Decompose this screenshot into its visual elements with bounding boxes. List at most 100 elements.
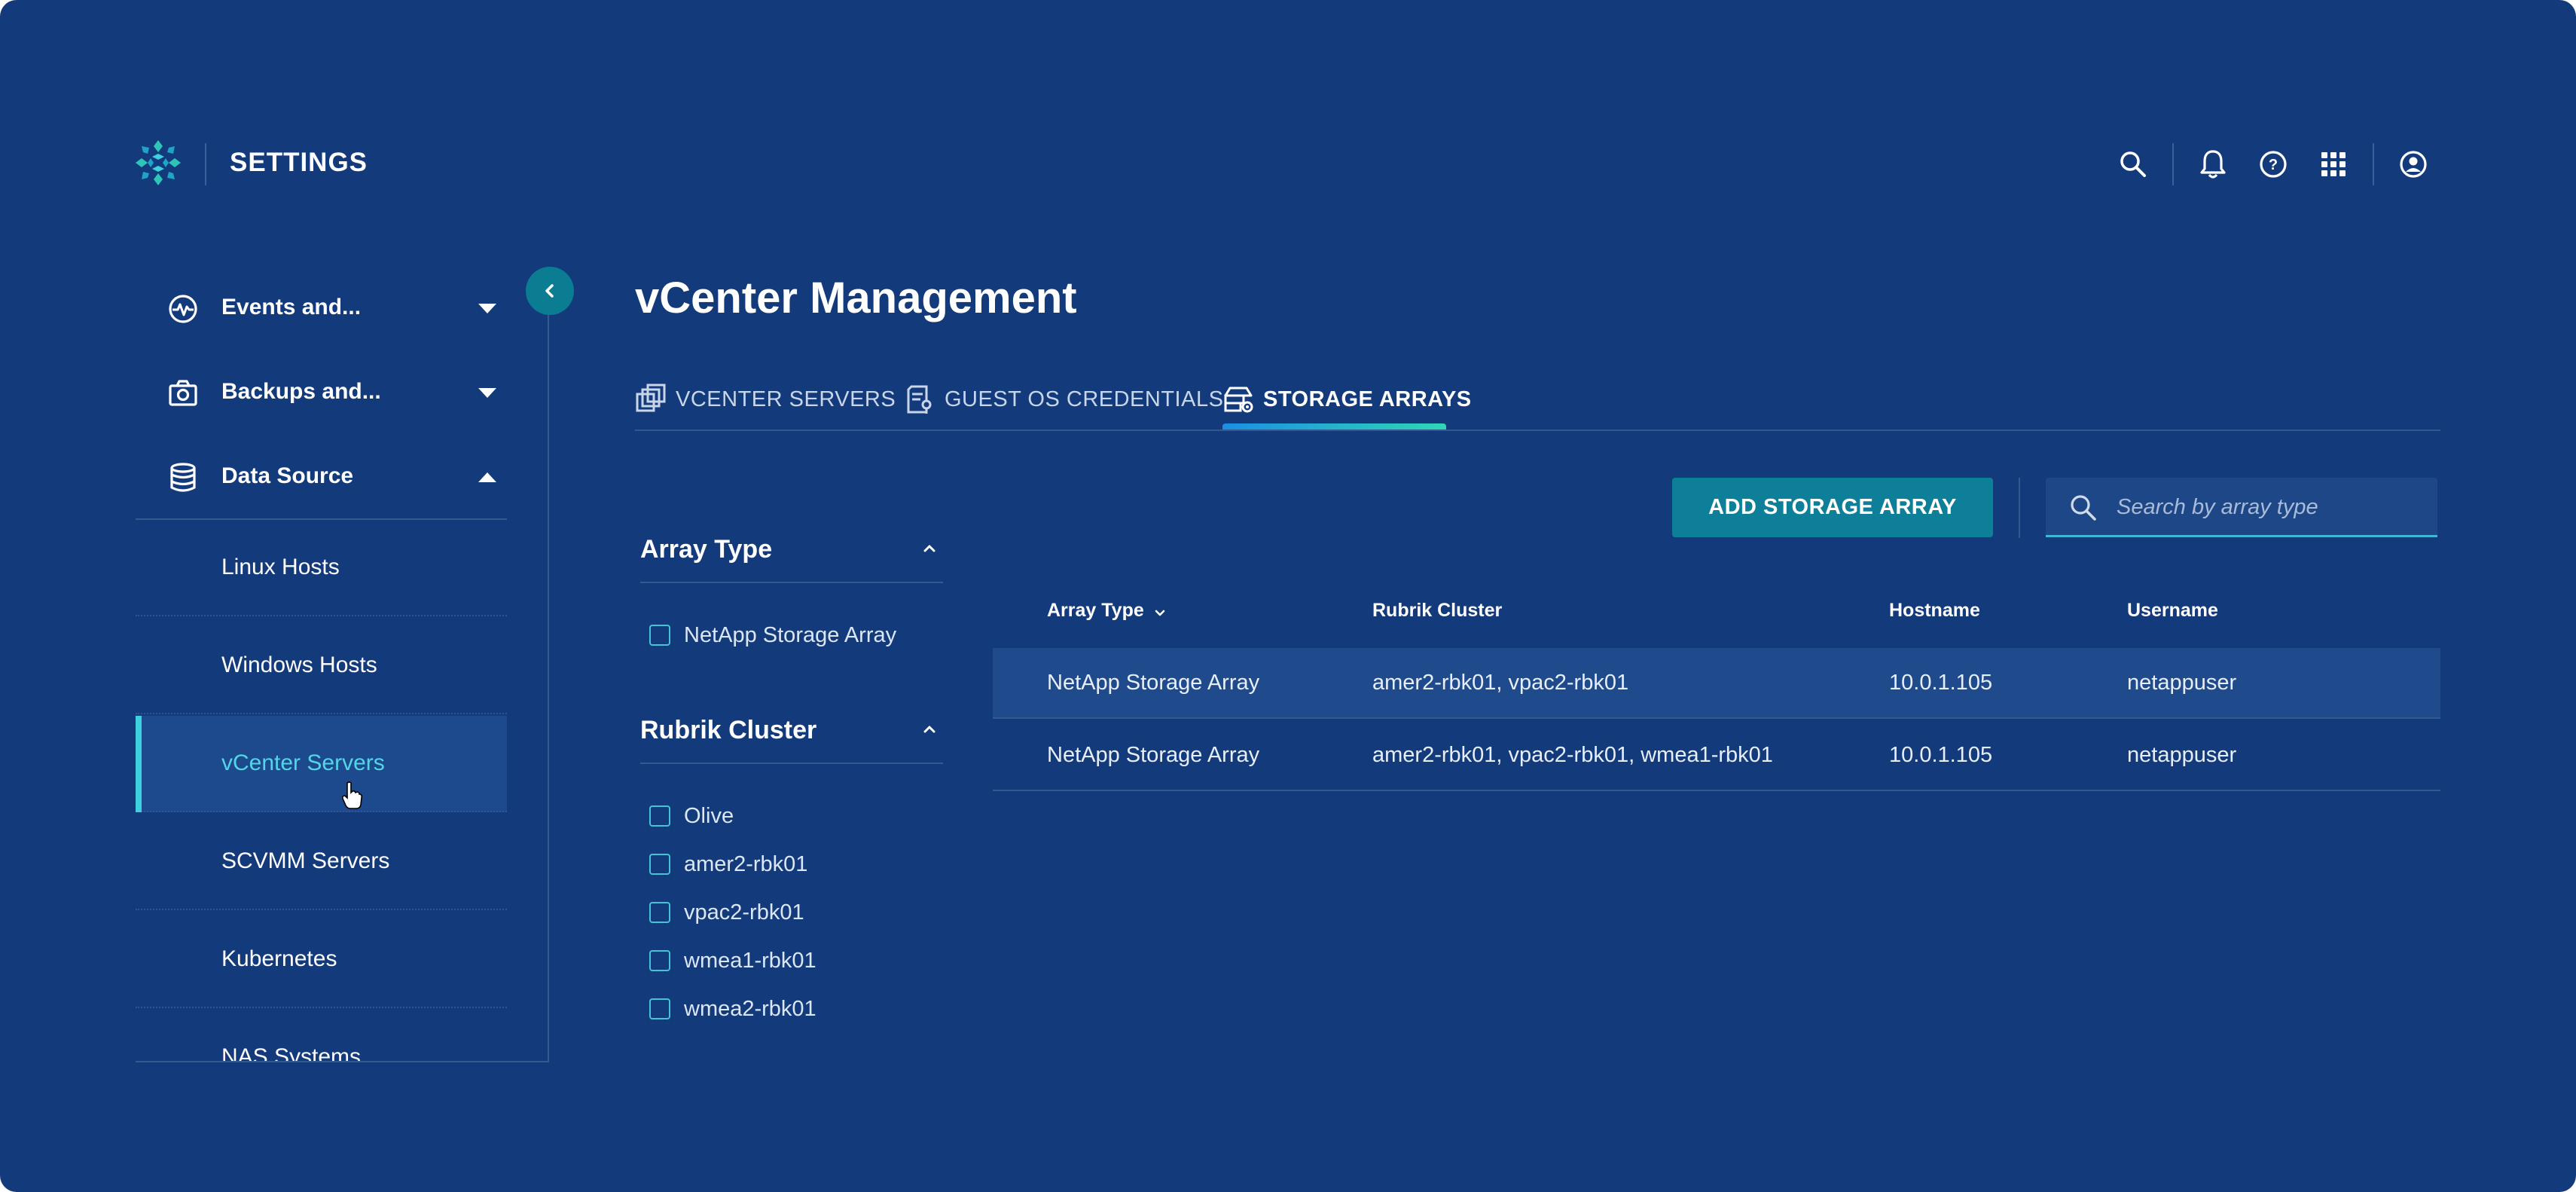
table-cell: netappuser bbox=[2127, 671, 2237, 695]
table-cell: NetApp Storage Array bbox=[1047, 743, 1260, 767]
tab-label: GUEST OS CREDENTIALS bbox=[945, 387, 1224, 411]
bell-icon[interactable] bbox=[2193, 145, 2233, 184]
sidebar-bottom-border bbox=[136, 1061, 549, 1062]
sidebar-item-nas-systems[interactable]: NAS Systems bbox=[136, 1010, 507, 1062]
sidebar-item-scvmm-servers[interactable]: SCVMM Servers bbox=[136, 814, 507, 910]
filter-option-label: NetApp Storage Array bbox=[684, 622, 897, 647]
header-separator bbox=[2373, 143, 2374, 185]
sidebar-item-label: SCVMM Servers bbox=[221, 848, 390, 873]
filter-option[interactable]: amer2-rbk01 bbox=[649, 845, 807, 883]
chevron-down-icon bbox=[478, 304, 496, 313]
filter-option-label: Olive bbox=[684, 803, 734, 828]
table-cell: netappuser bbox=[2127, 743, 2237, 767]
header-separator bbox=[2172, 143, 2174, 185]
filter-title: Rubrik Cluster bbox=[640, 716, 817, 744]
table-cell: NetApp Storage Array bbox=[1047, 671, 1260, 695]
checkbox[interactable] bbox=[649, 902, 670, 923]
table-header: Array Type Rubrik Cluster Hostname Usern… bbox=[993, 577, 2440, 649]
table-cell: 10.0.1.105 bbox=[1889, 671, 1993, 695]
column-header: Hostname bbox=[1889, 600, 1980, 621]
app-window: SETTINGS ? Events and... Backups and... bbox=[0, 0, 2576, 1192]
sidebar-group-label: Data Source bbox=[221, 463, 354, 488]
credentials-icon bbox=[907, 385, 932, 414]
toolbar-separator bbox=[2019, 478, 2020, 538]
tab-storage-arrays[interactable]: STORAGE ARRAYS bbox=[1222, 377, 1472, 422]
hand-cursor-icon bbox=[342, 781, 363, 809]
search-icon bbox=[2071, 495, 2096, 521]
table-cell: 10.0.1.105 bbox=[1889, 743, 1993, 767]
app-title: SETTINGS bbox=[230, 148, 368, 177]
sort-chevron-down-icon[interactable] bbox=[1154, 607, 1166, 619]
rubrik-logo bbox=[136, 140, 181, 185]
sidebar-item-label: vCenter Servers bbox=[221, 750, 385, 775]
filter-title: Array Type bbox=[640, 535, 773, 564]
sidebar-item-kubernetes[interactable]: Kubernetes bbox=[136, 912, 507, 1008]
active-indicator bbox=[136, 716, 142, 812]
sidebar-group-backups[interactable]: Backups and... bbox=[136, 362, 507, 423]
sidebar-group-label: Events and... bbox=[221, 295, 362, 319]
activity-icon bbox=[169, 295, 197, 323]
chevron-up-icon bbox=[923, 545, 935, 552]
active-tab-indicator bbox=[1222, 423, 1446, 429]
filter-option[interactable]: wmea2-rbk01 bbox=[649, 990, 816, 1028]
sidebar-border bbox=[548, 271, 549, 1062]
table-cell: amer2-rbk01, vpac2-rbk01, wmea1-rbk01 bbox=[1372, 743, 1773, 767]
sidebar-item-label: Kubernetes bbox=[221, 946, 337, 971]
filter-array-type-header[interactable]: Array Type bbox=[640, 521, 943, 583]
sidebar-item-linux-hosts[interactable]: Linux Hosts bbox=[136, 520, 507, 616]
tab-bar: VCENTER SERVERS GUEST OS CREDENTIALS STO… bbox=[635, 369, 2440, 431]
sidebar-group-label: Backups and... bbox=[221, 379, 381, 404]
filter-option-label: vpac2-rbk01 bbox=[684, 900, 804, 925]
checkbox[interactable] bbox=[649, 625, 670, 646]
chevron-up-icon bbox=[478, 472, 496, 482]
search-field[interactable] bbox=[2046, 478, 2437, 537]
search-input[interactable] bbox=[2115, 485, 2427, 529]
tab-guest-os-credentials[interactable]: GUEST OS CREDENTIALS bbox=[904, 377, 1223, 422]
sidebar: Events and... Backups and... Data Source… bbox=[136, 267, 507, 1062]
header-divider bbox=[205, 143, 206, 185]
checkbox[interactable] bbox=[649, 950, 670, 971]
collapse-sidebar-button[interactable] bbox=[526, 267, 574, 315]
checkbox[interactable] bbox=[649, 998, 670, 1019]
sidebar-item-label: Windows Hosts bbox=[221, 653, 377, 677]
filter-option[interactable]: vpac2-rbk01 bbox=[649, 894, 804, 931]
sidebar-item-vcenter-servers[interactable]: vCenter Servers bbox=[136, 716, 507, 812]
chevron-left-icon bbox=[545, 284, 554, 298]
tab-label: VCENTER SERVERS bbox=[676, 387, 896, 411]
search-icon[interactable] bbox=[2114, 145, 2153, 184]
sidebar-item-label: Linux Hosts bbox=[221, 555, 340, 579]
sidebar-group-events[interactable]: Events and... bbox=[136, 278, 507, 338]
database-icon bbox=[170, 463, 196, 492]
svg-text:?: ? bbox=[2269, 157, 2278, 173]
filter-option[interactable]: NetApp Storage Array bbox=[649, 616, 896, 654]
add-storage-array-button[interactable]: ADD STORAGE ARRAY bbox=[1672, 478, 1993, 537]
chevron-down-icon bbox=[478, 388, 496, 398]
user-account-icon[interactable] bbox=[2394, 145, 2433, 184]
filter-option-label: wmea1-rbk01 bbox=[684, 948, 816, 973]
column-header[interactable]: Array Type bbox=[1047, 600, 1144, 622]
sidebar-item-label: NAS Systems bbox=[221, 1044, 362, 1062]
tab-vcenter-servers[interactable]: VCENTER SERVERS bbox=[635, 377, 896, 422]
apps-grid-icon[interactable] bbox=[2314, 145, 2353, 184]
chevron-up-icon bbox=[923, 726, 935, 733]
filter-option[interactable]: Olive bbox=[649, 797, 734, 835]
checkbox[interactable] bbox=[649, 805, 670, 827]
column-header: Username bbox=[2127, 600, 2218, 621]
table-cell: amer2-rbk01, vpac2-rbk01 bbox=[1372, 671, 1629, 695]
filter-option-label: amer2-rbk01 bbox=[684, 851, 808, 876]
camera-icon bbox=[169, 380, 197, 406]
page-title: vCenter Management bbox=[635, 274, 1077, 322]
filter-option[interactable]: wmea1-rbk01 bbox=[649, 942, 816, 980]
checkbox[interactable] bbox=[649, 854, 670, 875]
table-row[interactable]: NetApp Storage Array amer2-rbk01, vpac2-… bbox=[993, 648, 2440, 719]
sidebar-item-windows-hosts[interactable]: Windows Hosts bbox=[136, 618, 507, 714]
column-header: Rubrik Cluster bbox=[1372, 600, 1503, 621]
sidebar-group-data-source[interactable]: Data Source bbox=[136, 447, 507, 507]
filter-rubrik-cluster-header[interactable]: Rubrik Cluster bbox=[640, 702, 943, 764]
tab-label: STORAGE ARRAYS bbox=[1263, 387, 1472, 411]
filter-option-label: wmea2-rbk01 bbox=[684, 996, 816, 1021]
storage-array-icon bbox=[1224, 387, 1253, 413]
servers-icon bbox=[636, 384, 666, 412]
help-icon[interactable]: ? bbox=[2254, 145, 2293, 184]
table-row[interactable]: NetApp Storage Array amer2-rbk01, vpac2-… bbox=[993, 720, 2440, 791]
